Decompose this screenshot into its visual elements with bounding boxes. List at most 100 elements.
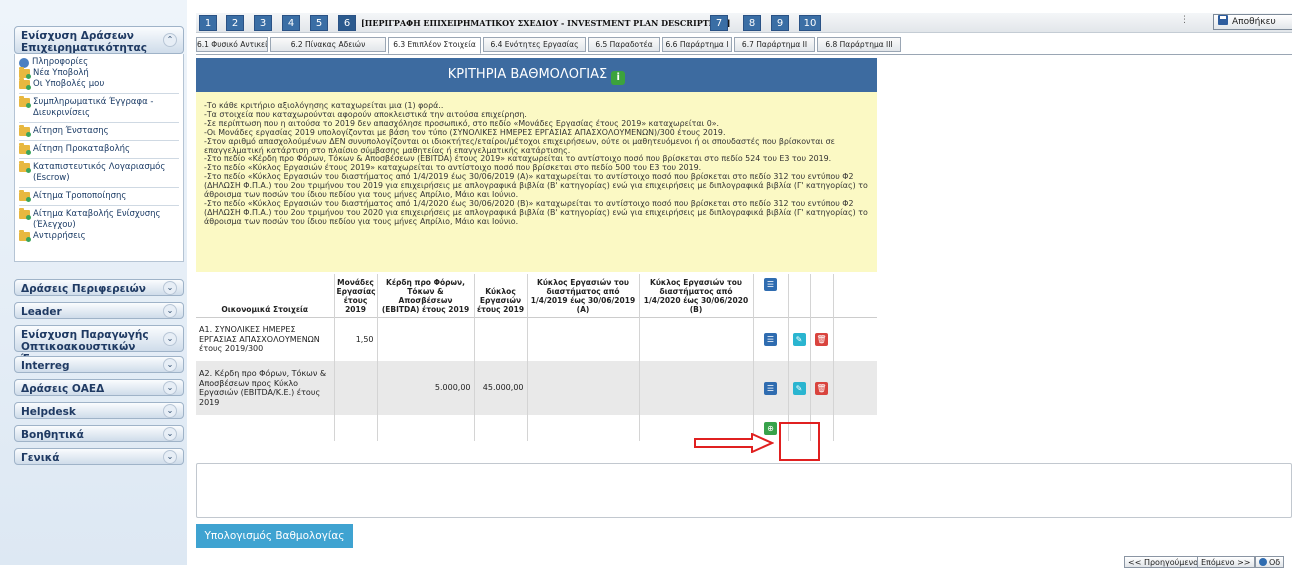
sidebar-panel-auxiliary: Βοηθητικά ⌄: [14, 425, 184, 442]
sidebar-item-label: Οι Υποβολές μου: [33, 79, 105, 89]
step-button-6[interactable]: 6: [338, 15, 356, 31]
sidebar-section-title: Ενίσχυση Δράσεων Επιχειρηματικότητας: [21, 30, 147, 54]
sidebar-section-regions[interactable]: Δράσεις Περιφερειών ⌄: [14, 279, 184, 296]
sidebar-panel-regions: Δράσεις Περιφερειών ⌄: [14, 279, 184, 296]
note-line: -Στο πεδίο «Κύκλος Εργασιών του διαστήμα…: [204, 172, 868, 200]
sidebar-panel-audiovisual: Ενίσχυση Παραγωγής Οπτικοακουστικών Έργω…: [14, 325, 184, 365]
sidebar-item-label: Νέα Υποβολή: [33, 68, 89, 78]
help-button-label: Οδ: [1269, 558, 1281, 567]
text-area[interactable]: [196, 463, 1292, 518]
sidebar-section-interreg[interactable]: Interreg ⌄: [14, 356, 184, 373]
info-icon[interactable]: i: [611, 71, 626, 85]
sidebar-item-label: Πληροφορίες: [32, 57, 89, 67]
tab-additional-data[interactable]: 6.3 Επιπλέον Στοιχεία: [388, 37, 481, 54]
save-button[interactable]: Αποθήκευ: [1213, 14, 1292, 30]
step-button-4[interactable]: 4: [282, 15, 300, 31]
cell-turnover-b: [638, 361, 753, 415]
step-button-10[interactable]: 10: [799, 15, 821, 31]
sidebar-item-objection[interactable]: Αίτηση Ένστασης: [19, 125, 179, 137]
chevron-down-icon[interactable]: ⌄: [163, 303, 177, 318]
pointer-arrow-icon: [694, 433, 774, 453]
step-button-5[interactable]: 5: [310, 15, 328, 31]
sidebar-section-oaed[interactable]: Δράσεις ΟΑΕΔ ⌄: [14, 379, 184, 396]
cell-empty: [376, 415, 474, 441]
cell-turnover: [473, 317, 527, 361]
next-button[interactable]: Επόμενο >>: [1197, 556, 1255, 568]
sidebar-item-modification[interactable]: Αίτημα Τροποποίησης: [19, 190, 179, 202]
sidebar-item-info[interactable]: Πληροφορίες: [19, 57, 179, 68]
cell-empty: [196, 415, 334, 441]
chevron-down-icon[interactable]: ⌄: [163, 426, 177, 441]
folder-icon: [19, 96, 31, 108]
criteria-header-title: ΚΡΙΤΗΡΙΑ ΒΑΘΜΟΛΟΓΙΑΣ: [447, 67, 608, 82]
tab-annex-2[interactable]: 6.7 Παράρτημα ΙΙ: [734, 37, 815, 52]
step-button-7[interactable]: 7: [710, 15, 728, 31]
sidebar-item-payment-request[interactable]: Αίτημα Καταβολής Ενίσχυσης (Έλεγχου): [19, 208, 179, 231]
tab-deliverables[interactable]: 6.5 Παραδοτέα: [588, 37, 660, 52]
step-button-8[interactable]: 8: [743, 15, 761, 31]
cell-ebitda: [376, 317, 474, 361]
chevron-down-icon[interactable]: ⌄: [163, 331, 177, 346]
sidebar-section-auxiliary[interactable]: Βοηθητικά ⌄: [14, 425, 184, 442]
chevron-up-icon[interactable]: ⌃: [163, 33, 177, 47]
cell-turnover: 45.000,00: [473, 361, 527, 415]
sidebar-section-title: Interreg: [21, 360, 70, 372]
tab-physical-object[interactable]: 6.1 Φυσικό Αντικείμενο: [196, 37, 268, 52]
sidebar-section-title: Δράσεις ΟΑΕΔ: [21, 383, 105, 395]
list-icon[interactable]: ☰: [764, 381, 777, 395]
sidebar-panel-general: Γενικά ⌄: [14, 448, 184, 465]
cell-empty: [333, 415, 377, 441]
chevron-down-icon[interactable]: ⌄: [163, 280, 177, 295]
trash-icon[interactable]: 🗑: [815, 333, 828, 346]
calculate-score-button[interactable]: Υπολογισμός Βαθμολογίας: [196, 524, 353, 548]
cell-delete: 🗑: [809, 361, 833, 415]
sidebar-section-leader[interactable]: Leader ⌄: [14, 302, 184, 319]
tab-annex-1[interactable]: 6.6 Παράρτημα Ι: [662, 37, 732, 52]
sidebar-section-audiovisual[interactable]: Ενίσχυση Παραγωγής Οπτικοακουστικών Έργω…: [14, 325, 184, 365]
col-header-turnover-a: Κύκλος Εργασιών του διαστήματος από 1/4/…: [526, 274, 639, 318]
cell-view: ☰: [752, 317, 788, 361]
cell-spacer: [832, 317, 877, 361]
step-button-9[interactable]: 9: [771, 15, 789, 31]
step-button-2[interactable]: 2: [226, 15, 244, 31]
step-button-3[interactable]: 3: [254, 15, 272, 31]
sidebar-panel-oaed: Δράσεις ΟΑΕΔ ⌄: [14, 379, 184, 396]
col-header-financial-data: Οικονομικά Στοιχεία: [196, 274, 334, 318]
step-button-1[interactable]: 1: [199, 15, 217, 31]
sidebar-section-general[interactable]: Γενικά ⌄: [14, 448, 184, 465]
chevron-down-icon[interactable]: ⌄: [163, 357, 177, 372]
col-header-edit: [787, 274, 810, 318]
sidebar-section-title: Leader: [21, 306, 62, 318]
folder-icon: [19, 208, 31, 220]
sidebar-section-title: Γενικά: [21, 452, 60, 464]
col-header-actions: ☰: [752, 274, 788, 318]
chevron-down-icon[interactable]: ⌄: [163, 449, 177, 464]
edit-icon[interactable]: ✎: [792, 333, 806, 346]
tab-permits-table[interactable]: 6.2 Πίνακας Αδειών: [270, 37, 386, 52]
sidebar-item-advance-payment[interactable]: Αίτηση Προκαταβολής: [19, 143, 179, 155]
criteria-header: ΚΡΙΤΗΡΙΑ ΒΑΘΜΟΛΟΓΙΑΣ i: [196, 58, 877, 92]
tab-work-sections[interactable]: 6.4 Ενότητες Εργασίας: [483, 37, 586, 52]
trash-icon[interactable]: 🗑: [815, 381, 828, 395]
sidebar-item-objections[interactable]: Αντιρρήσεις: [19, 230, 179, 242]
floppy-disk-icon: [1218, 15, 1228, 25]
sidebar-item-new-submission[interactable]: Νέα Υποβολή: [19, 67, 179, 79]
cell-spacer: [832, 361, 877, 415]
list-icon[interactable]: ☰: [764, 278, 777, 291]
edit-icon[interactable]: ✎: [792, 381, 806, 395]
help-button[interactable]: Οδ: [1255, 556, 1285, 568]
tab-annex-3[interactable]: 6.8 Παράρτημα ΙΙΙ: [817, 37, 901, 52]
sidebar-panel-interreg: Interreg ⌄: [14, 356, 184, 373]
sidebar-panel-entrepreneurship: Ενίσχυση Δράσεων Επιχειρηματικότητας ⌃ Π…: [14, 26, 184, 262]
chevron-down-icon[interactable]: ⌄: [163, 403, 177, 418]
sidebar-item-label: Καταπιστευτικός Λογαριασμός (Escrow): [33, 162, 166, 183]
sidebar-section-helpdesk[interactable]: Helpdesk ⌄: [14, 402, 184, 419]
previous-button[interactable]: << Προηγούμενο: [1124, 556, 1203, 568]
chevron-down-icon[interactable]: ⌄: [163, 380, 177, 395]
sidebar-item-escrow[interactable]: Καταπιστευτικός Λογαριασμός (Escrow): [19, 161, 179, 184]
list-icon[interactable]: ☰: [764, 333, 777, 346]
sidebar-section-entrepreneurship[interactable]: Ενίσχυση Δράσεων Επιχειρηματικότητας ⌃: [14, 26, 184, 54]
sidebar-item-my-submissions[interactable]: Οι Υποβολές μου: [19, 78, 179, 90]
note-line: -Στο πεδίο «Κύκλος Εργασιών του διαστήμα…: [204, 198, 868, 226]
sidebar-item-supplementary-docs[interactable]: Συμπληρωματικά Έγγραφα - Διευκρινίσεις: [19, 96, 179, 119]
